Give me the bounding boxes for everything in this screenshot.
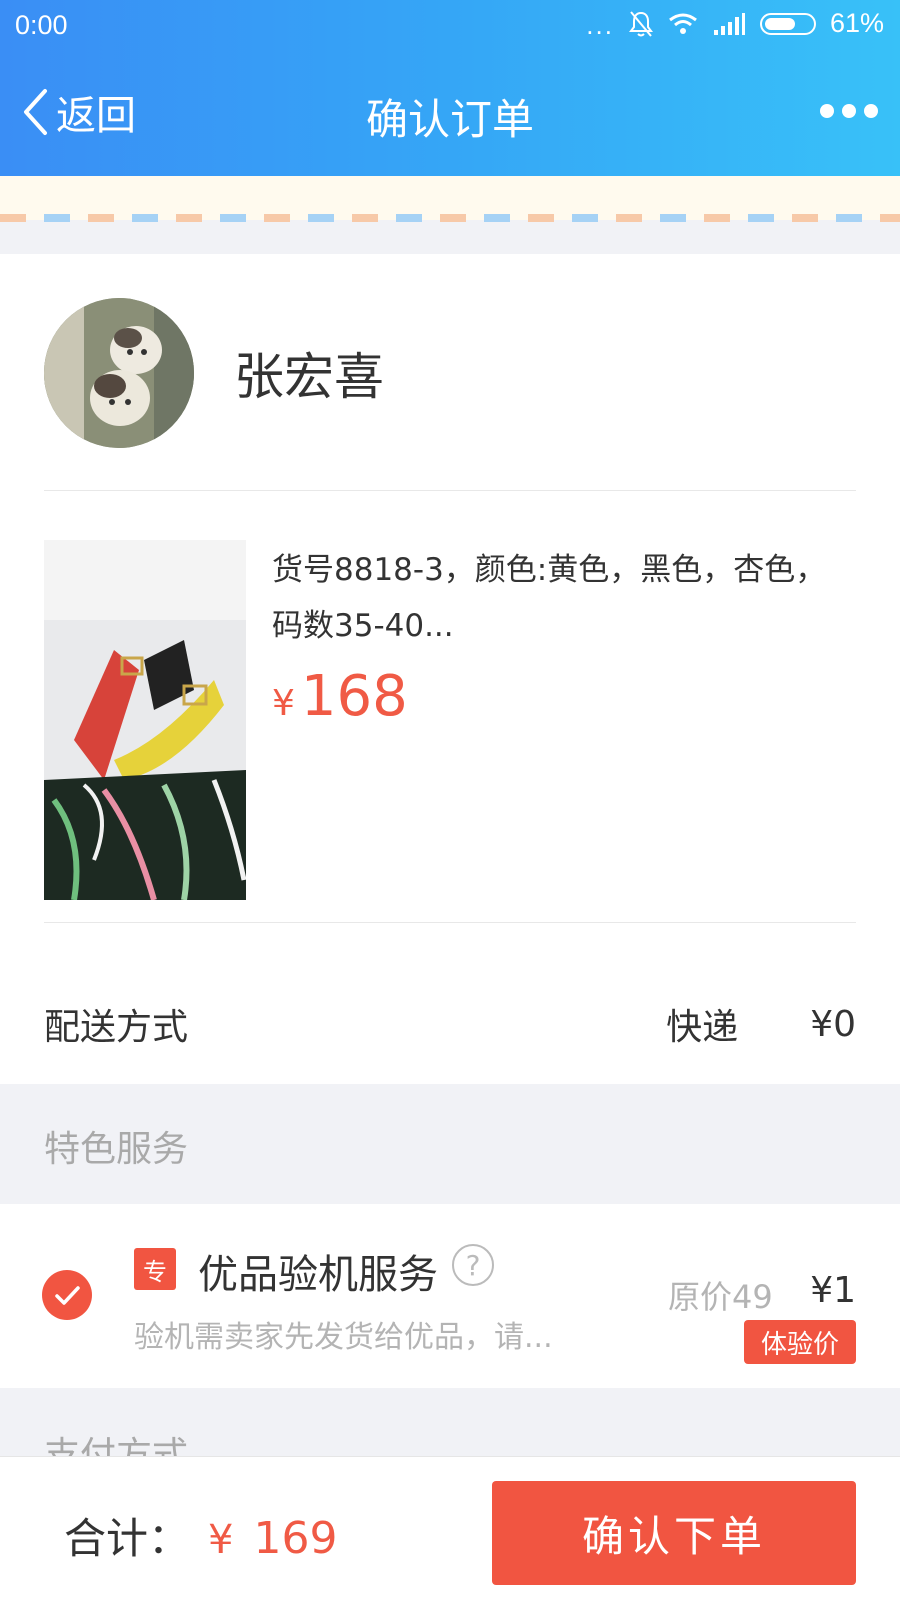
bell-muted-icon	[628, 10, 653, 37]
cat-photo-icon	[44, 298, 194, 448]
total-label: 合计：	[64, 1514, 191, 1563]
shipping-label: 配送方式	[44, 1007, 189, 1048]
service-row[interactable]: 专 优品验机服务 ? 验机需卖家先发货给优品，请... 原价49 ¥1 体验价	[0, 1204, 900, 1388]
total-value: 169	[253, 1513, 338, 1564]
trial-price-badge: 体验价	[744, 1320, 856, 1364]
special-services-header: 特色服务	[0, 1084, 900, 1204]
product-description: 货号8818-3，颜色:黄色，黑色，杏色，码数35-40...	[272, 552, 827, 644]
divider	[44, 922, 856, 923]
original-price: 原价49	[668, 1278, 773, 1316]
price-value: 168	[300, 664, 408, 729]
section-title: 特色服务	[44, 1129, 189, 1170]
service-tag: 专	[134, 1248, 176, 1290]
product-price: ¥ 168	[272, 664, 408, 729]
shipping-row[interactable]: 配送方式 快递 ¥0	[44, 994, 856, 1054]
confirm-order-button[interactable]: 确认下单	[492, 1481, 856, 1585]
order-total: 合计： ¥ 169	[64, 1505, 337, 1566]
more-notifications-icon: ...	[586, 9, 614, 40]
nav-bar: 返回 确认订单	[0, 60, 900, 170]
divider	[44, 490, 856, 491]
total-amount: ¥ 169	[208, 1513, 337, 1564]
checkout-bar: 合计： ¥ 169 确认下单	[0, 1456, 900, 1600]
price-currency: ¥	[272, 683, 295, 724]
status-icons: ... 61%	[586, 8, 884, 39]
status-bar: 0:00 ... 61%	[0, 0, 900, 50]
wifi-icon	[669, 13, 697, 34]
battery-percent: 61%	[829, 8, 884, 38]
signal-icon	[713, 12, 745, 35]
service-description: 验机需卖家先发货给优品，请...	[134, 1320, 553, 1355]
envelope-stripe	[0, 214, 900, 222]
app-header: 0:00 ... 61% 返回 确认订单	[0, 0, 900, 176]
service-price: ¥1	[810, 1270, 856, 1311]
help-icon[interactable]: ?	[452, 1244, 494, 1286]
seller-name: 张宏喜	[234, 348, 384, 406]
shipping-price: ¥0	[810, 1003, 856, 1045]
payment-header: 支付方式	[0, 1388, 900, 1458]
product-image	[44, 540, 246, 900]
shoes-photo-icon	[44, 540, 246, 900]
more-menu-icon[interactable]	[820, 104, 878, 118]
checkbox-checked-icon[interactable]	[42, 1270, 92, 1320]
battery-icon	[759, 12, 816, 35]
total-currency: ¥	[208, 1517, 234, 1563]
seller-avatar	[44, 298, 194, 448]
shipping-method: 快递	[666, 1007, 739, 1048]
page-title: 确认订单	[365, 95, 534, 144]
seller-info[interactable]: 张宏喜	[44, 298, 384, 448]
product-item[interactable]: 货号8818-3，颜色:黄色，黑色，杏色，码数35-40... ¥ 168	[44, 540, 856, 900]
section-title: 支付方式	[44, 1435, 189, 1458]
order-card: 张宏喜 货号8818-3，颜色:黄色，黑色，杏色，码数35-40... ¥ 16…	[0, 254, 900, 1084]
status-time: 0:00	[15, 10, 68, 40]
service-title: 优品验机服务	[198, 1252, 438, 1298]
check-icon	[55, 1286, 80, 1305]
